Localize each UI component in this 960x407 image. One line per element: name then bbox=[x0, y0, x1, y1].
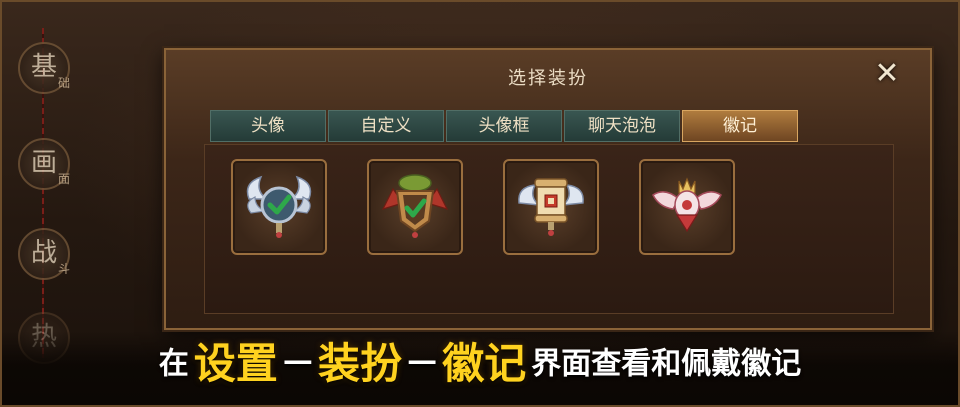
badge-slot[interactable] bbox=[503, 159, 599, 255]
winged-crown-badge-icon bbox=[652, 177, 722, 233]
badge-slot[interactable] bbox=[639, 159, 735, 255]
tab-chat-bubble[interactable]: 聊天泡泡 bbox=[564, 110, 680, 142]
tab-avatar-frame[interactable]: 头像框 bbox=[446, 110, 562, 142]
side-menu-sub-label: 础 bbox=[58, 76, 71, 90]
close-button[interactable]: ✕ bbox=[872, 59, 902, 90]
caption-highlight-outfit: 装扮 bbox=[317, 339, 402, 388]
winged-shield-check-badge-icon bbox=[246, 175, 312, 238]
caption-highlight-badge: 徽记 bbox=[442, 339, 527, 388]
tab-custom[interactable]: 自定义 bbox=[328, 110, 444, 142]
close-icon: ✕ bbox=[874, 56, 900, 91]
winged-scroll-badge-icon bbox=[518, 178, 584, 236]
caption-text: 在 bbox=[158, 346, 189, 382]
caption-separator: — bbox=[282, 343, 313, 378]
caption-highlight-settings: 设置 bbox=[193, 339, 278, 388]
background-settings-menu: 基 础 画 面 战 斗 热 bbox=[8, 28, 78, 364]
outfit-tabs: 头像 自定义 头像框 聊天泡泡 徽记 bbox=[210, 110, 800, 142]
tab-badge[interactable]: 徽记 bbox=[682, 110, 798, 142]
side-menu-sub-label: 面 bbox=[58, 172, 71, 186]
caption-text: 界面查看和佩戴徽记 bbox=[531, 346, 802, 382]
side-menu-sub-label: 斗 bbox=[58, 262, 71, 276]
dialog-title: 选择装扮 bbox=[508, 68, 588, 89]
badge-grid bbox=[204, 144, 894, 314]
outfit-select-dialog: 选择装扮 ✕ 头像 自定义 头像框 聊天泡泡 徽记 bbox=[164, 48, 932, 330]
badge-slot[interactable] bbox=[367, 159, 463, 255]
tab-avatar[interactable]: 头像 bbox=[210, 110, 326, 142]
caption-separator: — bbox=[407, 343, 438, 378]
green-helmet-shield-check-badge-icon bbox=[381, 174, 449, 238]
badge-slot[interactable] bbox=[231, 159, 327, 255]
tutorial-caption: 在 设置 — 装扮 — 徽记 界面查看和佩戴徽记 bbox=[0, 330, 960, 391]
